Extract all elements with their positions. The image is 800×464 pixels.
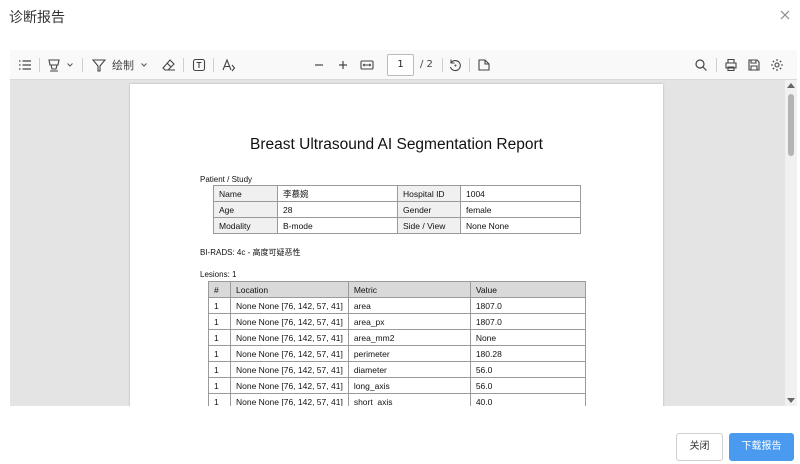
scroll-down-arrow-icon[interactable] <box>787 398 795 403</box>
page-total: / 2 <box>420 59 433 70</box>
print-icon[interactable] <box>724 57 738 73</box>
lesions-count: Lesions: 1 <box>200 270 237 279</box>
draw-label: 绘制 <box>112 59 134 72</box>
dialog-title: 诊断报告 <box>9 10 65 26</box>
draw-button[interactable]: 绘制 <box>92 57 134 73</box>
table-row: 1 None None [76, 142, 57, 41] area_px 1807.… <box>208 313 586 330</box>
table-row: Age 28 Gender female <box>213 201 581 218</box>
toolbar-divider <box>39 58 40 72</box>
table-row: 1 None None [76, 142, 57, 41] short_axis 40… <box>208 393 586 406</box>
toolbar-divider <box>213 58 214 72</box>
table-row: 1 None None [76, 142, 57, 41] area 1807.0 <box>208 297 586 314</box>
table-row: 1 None None [76, 142, 57, 41] perimeter 180… <box>208 345 586 362</box>
close-icon[interactable] <box>778 7 792 21</box>
page-view-icon[interactable] <box>477 57 491 73</box>
toolbar-divider <box>442 58 443 72</box>
page-number-input[interactable]: 1 <box>387 54 414 76</box>
toolbar-divider <box>469 58 470 72</box>
zoom-out-icon[interactable] <box>313 57 325 73</box>
table-header-row: # Location Metric Value <box>208 281 586 298</box>
patient-info-table: Name 李慕婉 Hospital ID 1004 Age 28 Gender … <box>213 185 581 234</box>
scroll-up-arrow-icon[interactable] <box>787 83 795 88</box>
save-icon[interactable] <box>747 57 761 73</box>
toolbar-divider <box>716 58 717 72</box>
table-row: 1 None None [76, 142, 57, 41] diameter 56.0 <box>208 361 586 378</box>
report-title: Breast Ultrasound AI Segmentation Report <box>250 136 543 153</box>
scrollbar-thumb[interactable] <box>788 94 794 156</box>
toolbar-divider <box>183 58 184 72</box>
table-row: Modality B-mode Side / View None None <box>213 217 581 234</box>
search-icon[interactable] <box>694 57 708 73</box>
birads-text: BI-RADS: 4c - 高度可疑恶性 <box>200 248 301 257</box>
vertical-scrollbar[interactable] <box>785 80 797 406</box>
close-button[interactable]: 关闭 <box>676 433 723 461</box>
download-report-button[interactable]: 下载报告 <box>729 433 794 461</box>
rotate-icon[interactable] <box>448 57 462 73</box>
toolbar-divider <box>82 58 83 72</box>
table-row: 1 None None [76, 142, 57, 41] long_axis 56.… <box>208 377 586 394</box>
highlight-icon[interactable] <box>47 57 61 73</box>
lesion-table: # Location Metric Value 1 None None [76, … <box>208 281 586 406</box>
table-row: 1 None None [76, 142, 57, 41] area_mm2 None <box>208 329 586 346</box>
draw-icon <box>92 59 106 72</box>
sidebar-toggle-icon[interactable] <box>18 57 32 73</box>
fit-page-icon[interactable] <box>360 57 374 73</box>
patient-section-label: Patient / Study <box>200 175 253 184</box>
pdf-viewer: 绘制 1 / 2 Breast Ultrasound AI Segmentati… <box>10 50 797 406</box>
eraser-icon[interactable] <box>162 57 176 73</box>
report-page: Breast Ultrasound AI Segmentation Report… <box>130 84 663 406</box>
pdf-toolbar: 绘制 1 / 2 <box>10 50 797 80</box>
settings-gear-icon[interactable] <box>770 57 784 73</box>
draw-dropdown-chevron-icon[interactable] <box>140 57 148 73</box>
table-row: Name 李慕婉 Hospital ID 1004 <box>213 185 581 202</box>
highlight-dropdown-chevron-icon[interactable] <box>66 57 74 73</box>
report-dialog: 诊断报告 绘制 1 / 2 Breast Ultrasound AI Segme… <box>0 0 800 464</box>
zoom-in-icon[interactable] <box>337 57 349 73</box>
text-format-icon[interactable] <box>222 57 236 73</box>
text-box-icon[interactable] <box>192 57 206 73</box>
